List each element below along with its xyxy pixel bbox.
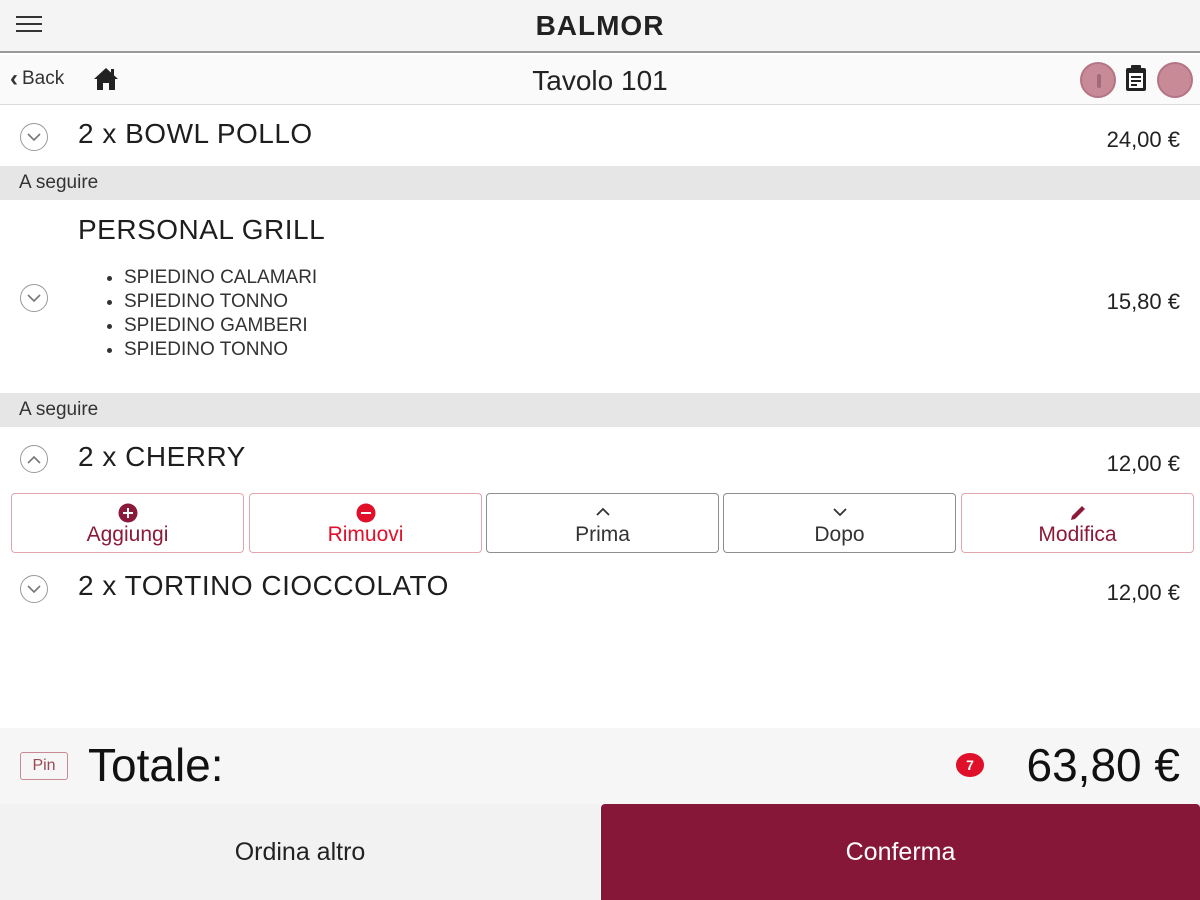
remove-label: Rimuovi	[327, 523, 404, 546]
add-label: Aggiungi	[86, 523, 169, 546]
before-label: Prima	[575, 523, 630, 546]
order-item[interactable]: 2 x BOWL POLLO 24,00 €	[0, 106, 1200, 166]
sub-item: SPIEDINO GAMBERI	[124, 314, 317, 338]
remove-button[interactable]: Rimuovi	[249, 493, 482, 553]
item-price: 15,80 €	[1106, 289, 1180, 314]
sub-item: SPIEDINO TONNO	[124, 338, 317, 362]
sub-header: ‹ Back Tavolo 101	[0, 55, 1200, 105]
table-title: Tavolo 101	[532, 65, 668, 96]
sub-item: SPIEDINO CALAMARI	[124, 266, 317, 290]
after-label: Dopo	[814, 523, 865, 546]
info-icon[interactable]	[1080, 62, 1116, 98]
plus-circle-icon	[118, 503, 137, 523]
app-title: BALMOR	[535, 10, 665, 41]
item-name: PERSONAL GRILL	[78, 214, 326, 245]
clipboard-icon[interactable]	[1124, 64, 1148, 92]
item-name: 2 x CHERRY	[78, 441, 246, 472]
sub-item-list: SPIEDINO CALAMARI SPIEDINO TONNO SPIEDIN…	[104, 266, 317, 362]
chevron-down-icon	[832, 508, 847, 517]
order-item[interactable]: 2 x TORTINO CIOCCOLATO 12,00 €	[0, 556, 1200, 616]
move-before-button[interactable]: Prima	[486, 493, 719, 553]
item-price: 12,00 €	[1106, 580, 1180, 605]
item-name: 2 x BOWL POLLO	[78, 118, 313, 149]
item-count-badge: 7	[956, 753, 984, 777]
order-more-label: Ordina altro	[234, 837, 366, 866]
chevron-up-icon[interactable]	[20, 445, 48, 473]
move-after-button[interactable]: Dopo	[723, 493, 956, 553]
chevron-down-icon[interactable]	[20, 123, 48, 151]
add-button[interactable]: Aggiungi	[11, 493, 244, 553]
app-header: BALMOR	[0, 0, 1200, 53]
item-name: 2 x TORTINO CIOCCOLATO	[78, 570, 449, 601]
chevron-down-icon[interactable]	[20, 284, 48, 312]
total-value: 63,80 €	[1026, 739, 1180, 791]
pin-button[interactable]: Pin	[20, 752, 68, 780]
total-label: Totale:	[88, 739, 224, 791]
more-icon[interactable]	[1157, 62, 1193, 98]
sub-item: SPIEDINO TONNO	[124, 290, 317, 314]
course-separator: A seguire	[0, 393, 1200, 427]
pencil-icon	[1070, 506, 1085, 520]
item-price: 24,00 €	[1106, 127, 1180, 152]
order-item[interactable]: PERSONAL GRILL SPIEDINO CALAMARI SPIEDIN…	[0, 200, 1200, 393]
chevron-up-icon	[595, 507, 610, 516]
edit-label: Modifica	[1038, 523, 1117, 546]
confirm-button[interactable]: Conferma	[601, 804, 1200, 900]
total-bar: Pin Totale: 7 63,80 €	[0, 728, 1200, 804]
confirm-label: Conferma	[845, 837, 956, 866]
minus-circle-icon	[356, 503, 375, 523]
chevron-down-icon[interactable]	[20, 575, 48, 603]
course-separator: A seguire	[0, 166, 1200, 200]
edit-button[interactable]: Modifica	[961, 493, 1194, 553]
order-item[interactable]: 2 x CHERRY 12,00 €	[0, 427, 1200, 489]
item-price: 12,00 €	[1106, 451, 1180, 476]
order-more-button[interactable]: Ordina altro	[0, 804, 600, 900]
